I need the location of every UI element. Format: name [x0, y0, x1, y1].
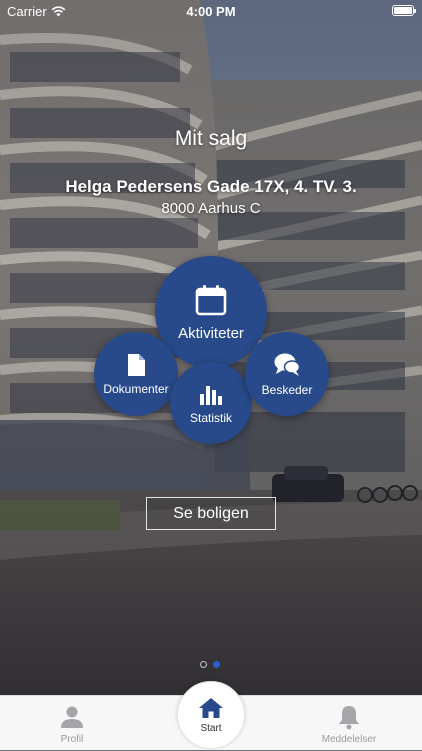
status-bar: Carrier 4:00 PM [0, 0, 422, 22]
documents-button[interactable]: Dokumenter [94, 332, 178, 416]
tab-notifications[interactable]: Meddelelser [307, 696, 391, 751]
home-icon [199, 698, 223, 718]
property-city: 8000 Aarhus C [161, 200, 261, 217]
page-title: Mit salg [174, 127, 248, 150]
document-icon [128, 353, 145, 376]
bell-icon [339, 706, 359, 730]
property-address: Helga Pedersens Gade 17X, 4. TV. 3. [65, 177, 357, 196]
messages-label: Beskeder [261, 382, 313, 397]
chat-bubbles-icon [274, 353, 301, 376]
tab-profile[interactable]: Profil [32, 696, 112, 751]
see-home-button[interactable]: Se boligen [146, 497, 276, 530]
page-indicator[interactable] [200, 661, 220, 668]
statistics-button[interactable]: Statistik [170, 362, 252, 444]
page-dot-2[interactable] [213, 661, 220, 668]
tab-start[interactable]: Start [177, 681, 245, 749]
status-time: 4:00 PM [186, 4, 236, 19]
statistics-label: Statistik [189, 410, 232, 425]
battery-icon [392, 5, 416, 16]
page-dot-1[interactable] [200, 661, 207, 668]
calendar-icon [195, 284, 227, 315]
person-icon [61, 706, 83, 728]
activities-label: Aktiviteter [178, 324, 244, 342]
tab-start-label: Start [200, 723, 222, 734]
bar-chart-icon [200, 385, 222, 405]
tab-notifications-label: Meddelelser [321, 734, 377, 745]
documents-label: Dokumenter [103, 381, 169, 396]
messages-button[interactable]: Beskeder [245, 332, 329, 416]
tab-profile-label: Profil [60, 734, 84, 745]
